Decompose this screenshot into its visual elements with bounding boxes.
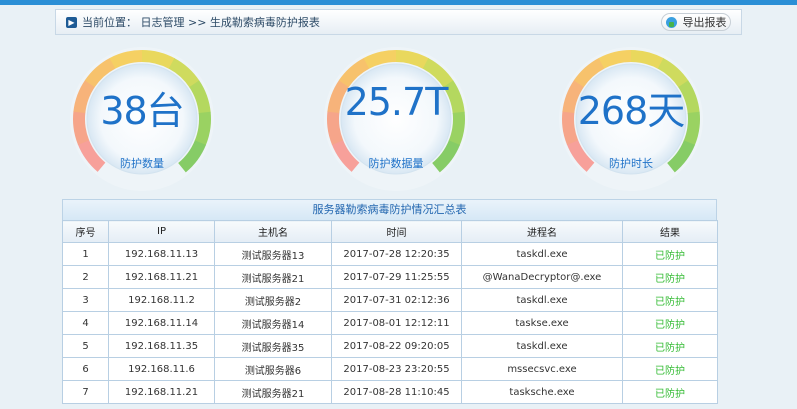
column-header-index: 序号 [62, 220, 109, 243]
table-row: 4 192.168.11.14 测试服务器14 2017-08-01 12:12:11… [62, 311, 718, 335]
top-accent-bar [0, 0, 797, 5]
time-cell: 2017-07-31 02:12:36 [331, 288, 462, 312]
ip-cell: 192.168.11.13 [108, 242, 215, 266]
result-cell: 已防护 [622, 380, 718, 404]
ip-cell: 192.168.11.6 [108, 357, 215, 381]
table-row: 5 192.168.11.35 测试服务器35 2017-08-22 09:20:05… [62, 334, 718, 358]
table-row: 3 192.168.11.2 测试服务器2 2017-07-31 02:12:36 ta… [62, 288, 718, 312]
result-cell: 已防护 [622, 334, 718, 358]
gauge-protected-count: 38台 防护数量 [67, 44, 217, 194]
ip-cell: 192.168.11.35 [108, 334, 215, 358]
result-cell: 已防护 [622, 288, 718, 312]
ip-cell: 192.168.11.2 [108, 288, 215, 312]
process-cell: taskse.exe [461, 311, 623, 335]
summary-table: 序号 IP 主机名 时间 进程名 结果 1 192.168.11.13 测试服务器1… [62, 220, 718, 404]
time-cell: 2017-07-29 11:25:55 [331, 265, 462, 289]
process-cell: mssecsvc.exe [461, 357, 623, 381]
gauge-protected-duration: 268天 防护时长 [556, 44, 706, 194]
ip-cell: 192.168.11.21 [108, 380, 215, 404]
index-cell: 3 [62, 288, 109, 312]
arrow-right-icon: ▶ [66, 16, 77, 28]
table-title: 服务器勒索病毒防护情况汇总表 [62, 199, 717, 220]
ip-cell: 192.168.11.21 [108, 265, 215, 289]
column-header-process: 进程名 [461, 220, 623, 243]
hostname-cell: 测试服务器21 [214, 265, 332, 289]
hostname-cell: 测试服务器6 [214, 357, 332, 381]
result-cell: 已防护 [622, 242, 718, 266]
hostname-cell: 测试服务器14 [214, 311, 332, 335]
gauge-value: 25.7T [344, 80, 449, 124]
table-row: 7 192.168.11.21 测试服务器21 2017-08-28 11:10:45… [62, 380, 718, 404]
index-cell: 5 [62, 334, 109, 358]
table-row: 6 192.168.11.6 测试服务器6 2017-08-23 23:20:55 ms… [62, 357, 718, 381]
table-header-row: 序号 IP 主机名 时间 进程名 结果 [62, 220, 718, 243]
export-icon [665, 16, 677, 28]
time-cell: 2017-08-01 12:12:11 [331, 311, 462, 335]
gauge-protected-data: 25.7T 防护数据量 [321, 44, 471, 194]
gauge-value: 38台 [100, 89, 184, 133]
hostname-cell: 测试服务器21 [214, 380, 332, 404]
index-cell: 4 [62, 311, 109, 335]
process-cell: taskdl.exe [461, 242, 623, 266]
process-cell: taskdl.exe [461, 334, 623, 358]
column-header-ip: IP [108, 220, 215, 243]
process-cell: tasksche.exe [461, 380, 623, 404]
table-row: 2 192.168.11.21 测试服务器21 2017-07-29 11:25:55… [62, 265, 718, 289]
export-report-button[interactable]: 导出报表 [661, 13, 731, 31]
gauge-label: 防护数据量 [368, 157, 424, 170]
process-cell: taskdl.exe [461, 288, 623, 312]
result-cell: 已防护 [622, 357, 718, 381]
time-cell: 2017-07-28 12:20:35 [331, 242, 462, 266]
index-cell: 6 [62, 357, 109, 381]
time-cell: 2017-08-22 09:20:05 [331, 334, 462, 358]
ip-cell: 192.168.11.14 [108, 311, 215, 335]
column-header-hostname: 主机名 [214, 220, 332, 243]
time-cell: 2017-08-28 11:10:45 [331, 380, 462, 404]
column-header-result: 结果 [622, 220, 718, 243]
table-row: 1 192.168.11.13 测试服务器13 2017-07-28 12:20:35… [62, 242, 718, 266]
breadcrumb-text: 当前位置： 日志管理 >> 生成勒索病毒防护报表 [82, 16, 320, 29]
column-header-time: 时间 [331, 220, 462, 243]
gauge-label: 防护数量 [120, 157, 164, 170]
summary-table-panel: 服务器勒索病毒防护情况汇总表 序号 IP 主机名 时间 进程名 结果 1 192.… [62, 199, 718, 404]
result-cell: 已防护 [622, 265, 718, 289]
index-cell: 1 [62, 242, 109, 266]
result-cell: 已防护 [622, 311, 718, 335]
gauge-value: 268天 [577, 89, 686, 133]
index-cell: 7 [62, 380, 109, 404]
gauge-label: 防护时长 [609, 157, 653, 170]
time-cell: 2017-08-23 23:20:55 [331, 357, 462, 381]
process-cell: @WanaDecryptor@.exe [461, 265, 623, 289]
hostname-cell: 测试服务器2 [214, 288, 332, 312]
hostname-cell: 测试服务器35 [214, 334, 332, 358]
breadcrumb: ▶ 当前位置： 日志管理 >> 生成勒索病毒防护报表 导出报表 [55, 9, 742, 35]
index-cell: 2 [62, 265, 109, 289]
hostname-cell: 测试服务器13 [214, 242, 332, 266]
export-button-label: 导出报表 [682, 16, 727, 29]
